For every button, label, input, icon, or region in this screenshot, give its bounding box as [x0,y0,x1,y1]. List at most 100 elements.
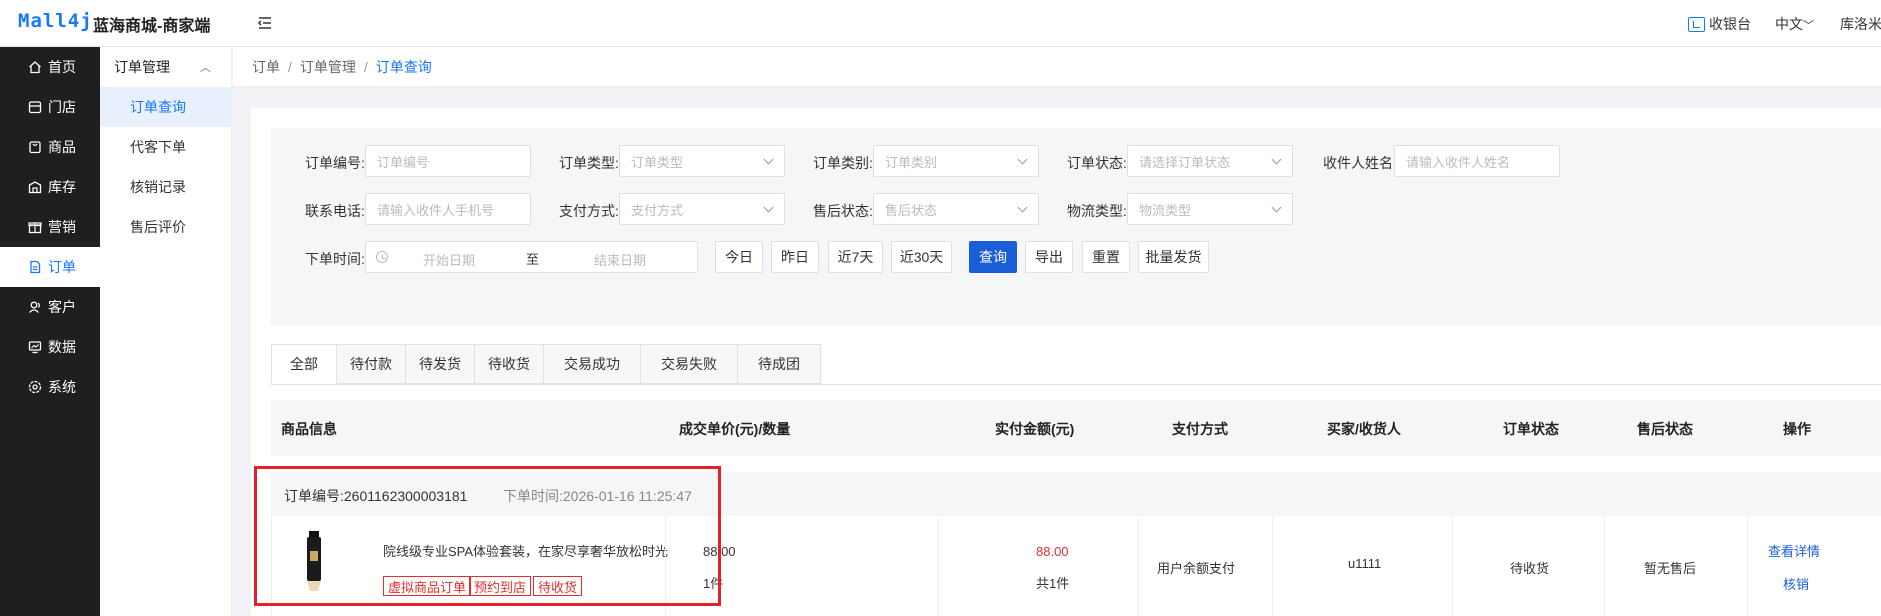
tag-virtual-order: 虚拟商品订单 [383,576,472,596]
logo: Mall4j [18,10,93,32]
nav-item-label: 订单 [48,259,76,275]
tab-pending-receipt[interactable]: 待收货 [475,344,544,384]
start-date-placeholder: 开始日期 [423,253,476,268]
product-thumbnail [307,531,321,591]
after-sale-label: 售后状态: [813,203,873,219]
order-category-placeholder: 订单类别 [885,154,938,170]
submenu-title: 订单管理 [114,59,170,75]
order-time: 下单时间:2026-01-16 11:25:47 [503,488,692,504]
chevron-up-icon: ︿ [200,62,211,74]
cell-divider [1138,516,1139,616]
batch-ship-button[interactable]: 批量发货 [1138,241,1209,273]
nav-item-label: 客户 [48,299,76,315]
order-type-placeholder: 订单类型 [631,154,684,170]
nav-item-home[interactable]: 首页 [0,47,100,87]
column-paid: 实付金额(元) [995,421,1075,437]
date-range-separator: 至 [526,252,540,267]
quantity: 1件 [703,576,724,591]
reset-button[interactable]: 重置 [1082,241,1130,273]
breadcrumb-item[interactable]: 订单 [252,57,280,77]
order-icon [30,260,41,274]
subnav-item-verify-records[interactable]: 核销记录 [100,167,231,207]
phone-input[interactable]: 请输入收件人手机号 [365,193,531,225]
breadcrumb-separator: / [288,58,292,75]
nav-item-store[interactable]: 门店 [0,87,100,127]
top-bar: Mall4j 蓝海商城-商家端 收银台 中文﹀ 库洛米 [0,0,1881,47]
nav-item-marketing[interactable]: 营销 [0,207,100,247]
after-sale-placeholder: 售后状态 [885,202,938,218]
yesterday-button[interactable]: 昨日 [771,241,819,273]
nav-item-label: 首页 [48,59,76,75]
logistics-placeholder: 物流类型 [1139,202,1192,218]
order-status-select[interactable]: 请选择订单状态 [1127,145,1293,177]
phone-label: 联系电话: [305,203,365,219]
tag-store-appointment: 预约到店 [469,576,532,596]
cell-divider [1604,516,1605,616]
nav-item-system[interactable]: 系统 [0,367,100,407]
tag-pending-receipt: 待收货 [533,576,583,596]
nav-item-label: 数据 [48,339,76,355]
order-time-range[interactable]: 开始日期 至 结束日期 [365,241,698,273]
tab-pending-payment[interactable]: 待付款 [337,344,406,384]
language-label: 中文 [1775,16,1803,32]
chevron-down-icon [763,202,774,213]
column-after-sale: 售后状态 [1637,421,1693,437]
column-pay-method: 支付方式 [1172,421,1228,437]
export-button[interactable]: 导出 [1025,241,1073,273]
tab-pending-group[interactable]: 待成团 [738,344,821,384]
last-7-days-button[interactable]: 近7天 [828,241,883,273]
nav-item-customer[interactable]: 客户 [0,287,100,327]
nav-item-order[interactable]: 订单 [0,247,100,287]
order-status: 待收货 [1510,561,1550,576]
receiver-name-input[interactable]: 请输入收件人姓名 [1394,145,1560,177]
verify-link[interactable]: 核销 [1783,574,1809,593]
column-buyer: 买家/收货人 [1327,421,1401,437]
pay-method: 用户余额支付 [1157,561,1236,576]
after-sale-select[interactable]: 售后状态 [873,193,1039,225]
tab-failed[interactable]: 交易失败 [641,344,738,384]
subnav-item-proxy-order[interactable]: 代客下单 [100,127,231,167]
last-30-days-button[interactable]: 近30天 [891,241,952,273]
inventory-icon [28,181,42,194]
cell-divider [1747,516,1748,616]
cashier-icon [1688,16,1705,32]
tab-pending-shipment[interactable]: 待发货 [406,344,475,384]
main-content: 订单编号: 订单编号 订单类型: 订单类型 订单类别: 订单类别 订单状态: 请… [251,108,1881,616]
cell-divider [938,516,939,616]
tab-all[interactable]: 全部 [271,344,337,384]
cashier-button[interactable]: 收银台 [1688,14,1751,34]
nav-item-goods[interactable]: 商品 [0,127,100,167]
order-no-input[interactable]: 订单编号 [365,145,531,177]
after-sale-status: 暂无售后 [1644,561,1697,576]
breadcrumb-item[interactable]: 订单管理 [300,57,356,77]
buyer: u1111 [1348,556,1382,571]
subnav-item-order-query[interactable]: 订单查询 [100,87,231,127]
chevron-down-icon [1017,154,1028,165]
breadcrumb-separator: / [363,58,368,75]
primary-sidebar: 首页 门店 商品 库存 营销 订单 客户 数据 系统 [0,47,100,616]
order-no-label: 订单编号: [305,155,365,171]
order-number: 订单编号:2601162300003181 [284,488,468,504]
language-select[interactable]: 中文﹀ [1775,14,1814,34]
cashier-label: 收银台 [1709,16,1751,32]
pay-type-label: 支付方式: [559,203,619,219]
logistics-select[interactable]: 物流类型 [1127,193,1293,225]
submenu-header[interactable]: 订单管理 ︿ [100,47,231,87]
nav-item-data[interactable]: 数据 [0,327,100,367]
nav-item-label: 门店 [48,99,76,115]
receiver-name-label: 收件人姓名: [1323,155,1397,171]
tab-success[interactable]: 交易成功 [544,344,641,384]
subnav-item-reviews[interactable]: 售后评价 [100,207,231,247]
order-category-label: 订单类别: [813,155,873,171]
pay-type-select[interactable]: 支付方式 [619,193,785,225]
order-category-select[interactable]: 订单类别 [873,145,1039,177]
order-type-select[interactable]: 订单类型 [619,145,785,177]
logistics-label: 物流类型: [1067,203,1127,219]
today-button[interactable]: 今日 [715,241,763,273]
paid-amount: 88.00 [1036,544,1069,559]
view-detail-link[interactable]: 查看详情 [1768,541,1820,560]
query-button[interactable]: 查询 [969,241,1017,273]
user-menu[interactable]: 库洛米 [1840,14,1881,34]
nav-item-inventory[interactable]: 库存 [0,167,100,207]
menu-collapse-icon[interactable] [255,13,275,33]
